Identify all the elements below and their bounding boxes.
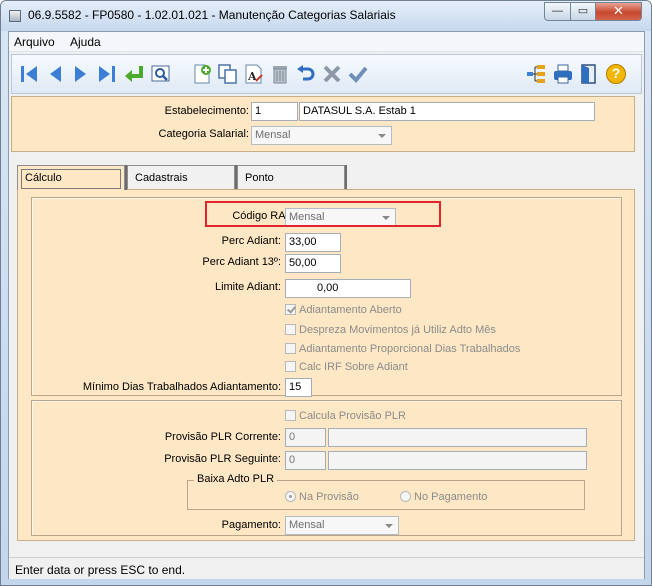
application-window: 06.9.5582 - FP0580 - 1.02.01.021 - Manut…	[0, 0, 652, 586]
window-title: 06.9.5582 - FP0580 - 1.02.01.021 - Manut…	[28, 8, 396, 22]
adiantamento-aberto-label: Adiantamento Aberto	[299, 304, 402, 316]
minimo-dias-label: Mínimo Dias Trabalhados Adiantamento:	[82, 381, 281, 393]
provisao-plr-corrente-description	[328, 428, 587, 447]
provisao-plr-corrente-label: Provisão PLR Corrente:	[164, 431, 281, 443]
go-to-icon[interactable]	[122, 62, 146, 86]
pagamento-select[interactable]: Mensal	[285, 516, 399, 535]
provisao-plr-corrente-field[interactable]: 0	[285, 428, 326, 447]
chevron-down-icon	[378, 134, 386, 138]
minimize-button[interactable]: —	[544, 2, 571, 21]
help-icon[interactable]: ?	[604, 62, 628, 86]
despreza-movimentos-label: Despreza Movimentos já Utiliz Adto Mês	[299, 324, 496, 336]
perc-adiant-13-field[interactable]: 50,00	[285, 254, 341, 273]
client-area: Arquivo Ajuda A ? Estabelecimento: 1 DAT…	[8, 31, 645, 579]
pagamento-label: Pagamento:	[221, 519, 281, 531]
categoria-salarial-label: Categoria Salarial:	[158, 128, 250, 140]
estabelecimento-code-field[interactable]: 1	[251, 102, 298, 121]
tab-cadastrais-label: Cadastrais	[135, 172, 188, 184]
close-button[interactable]: ✕	[595, 2, 642, 21]
copy-icon[interactable]	[216, 62, 240, 86]
baixa-adto-plr-title: Baixa Adto PLR	[194, 473, 278, 485]
calcula-provisao-plr-label: Calcula Provisão PLR	[299, 410, 406, 422]
cancel-icon[interactable]	[320, 62, 344, 86]
plr-group: Calcula Provisão PLR Provisão PLR Corren…	[31, 400, 622, 536]
estabelecimento-label: Estabelecimento:	[164, 105, 249, 117]
checkbox-icon	[285, 361, 296, 372]
minimo-dias-field[interactable]: 15	[285, 378, 312, 397]
checkbox-icon	[285, 324, 296, 335]
radio-icon	[285, 491, 296, 502]
last-record-icon[interactable]	[95, 62, 119, 86]
despreza-movimentos-checkbox[interactable]: Despreza Movimentos já Utiliz Adto Mês	[285, 324, 496, 336]
na-provisao-label: Na Provisão	[299, 491, 359, 503]
provisao-plr-seguinte-field[interactable]: 0	[285, 451, 326, 470]
calc-irf-checkbox[interactable]: Calc IRF Sobre Adiant	[285, 361, 408, 373]
maximize-button[interactable]: ▭	[570, 2, 596, 21]
no-pagamento-label: No Pagamento	[414, 491, 488, 503]
new-record-icon[interactable]	[190, 62, 214, 86]
limite-adiant-field[interactable]: 0,00	[285, 279, 411, 298]
checkbox-icon	[285, 304, 296, 315]
limite-adiant-label: Limite Adiant:	[214, 281, 281, 293]
calculo-group: Código RAIS: Mensal Perc Adiant: 33,00 P…	[31, 197, 622, 397]
help-glyph: ?	[611, 65, 621, 81]
previous-record-icon[interactable]	[43, 62, 67, 86]
highlight-box	[205, 201, 441, 227]
save-icon[interactable]	[346, 62, 370, 86]
tab-calculo-label: Cálculo	[25, 172, 62, 184]
tab-content-panel: Código RAIS: Mensal Perc Adiant: 33,00 P…	[17, 189, 635, 541]
categoria-salarial-value: Mensal	[255, 129, 291, 141]
perc-adiant-13-label: Perc Adiant 13º:	[202, 256, 281, 268]
tree-view-icon[interactable]	[524, 62, 548, 86]
adiantamento-proporcional-checkbox[interactable]: Adiantamento Proporcional Dias Trabalhad…	[285, 343, 520, 355]
tab-cadastrais[interactable]: Cadastrais	[127, 165, 235, 189]
status-text: Enter data or press ESC to end.	[15, 563, 186, 577]
chevron-down-icon	[385, 524, 393, 528]
pagamento-value: Mensal	[289, 519, 325, 531]
print-icon[interactable]	[551, 62, 575, 86]
exit-icon[interactable]	[577, 62, 601, 86]
edit-icon[interactable]: A	[242, 62, 266, 86]
title-bar: 06.9.5582 - FP0580 - 1.02.01.021 - Manut…	[1, 1, 651, 31]
undo-icon[interactable]	[294, 62, 318, 86]
perc-adiant-label: Perc Adiant:	[221, 235, 281, 247]
next-record-icon[interactable]	[69, 62, 93, 86]
perc-adiant-field[interactable]: 33,00	[285, 233, 341, 252]
menu-arquivo[interactable]: Arquivo	[14, 35, 55, 49]
svg-text:A: A	[247, 70, 257, 83]
na-provisao-radio[interactable]: Na Provisão	[285, 491, 359, 503]
adiantamento-aberto-checkbox[interactable]: Adiantamento Aberto	[285, 304, 402, 316]
calc-irf-label: Calc IRF Sobre Adiant	[299, 361, 408, 373]
radio-icon	[400, 491, 411, 502]
calcula-provisao-plr-checkbox[interactable]: Calcula Provisão PLR	[285, 410, 406, 422]
tab-ponto-label: Ponto	[245, 172, 274, 184]
estabelecimento-name-field: DATASUL S.A. Estab 1	[299, 102, 595, 121]
checkbox-icon	[285, 410, 296, 421]
provisao-plr-seguinte-description	[328, 451, 587, 470]
menu-ajuda[interactable]: Ajuda	[70, 35, 101, 49]
status-bar: Enter data or press ESC to end.	[9, 557, 644, 579]
delete-icon[interactable]	[268, 62, 292, 86]
first-record-icon[interactable]	[17, 62, 41, 86]
no-pagamento-radio[interactable]: No Pagamento	[400, 491, 487, 503]
header-panel: Estabelecimento: 1 DATASUL S.A. Estab 1 …	[11, 96, 635, 152]
categoria-salarial-select[interactable]: Mensal	[251, 126, 392, 145]
provisao-plr-seguinte-label: Provisão PLR Seguinte:	[164, 453, 281, 465]
menu-bar: Arquivo Ajuda	[9, 32, 644, 52]
tab-ponto[interactable]: Ponto	[237, 165, 345, 189]
checkbox-icon	[285, 343, 296, 354]
search-icon[interactable]	[149, 62, 173, 86]
adiantamento-proporcional-label: Adiantamento Proporcional Dias Trabalhad…	[299, 343, 521, 355]
app-icon	[9, 10, 21, 22]
toolbar: A ?	[11, 54, 642, 94]
tab-calculo[interactable]: Cálculo	[17, 165, 125, 190]
